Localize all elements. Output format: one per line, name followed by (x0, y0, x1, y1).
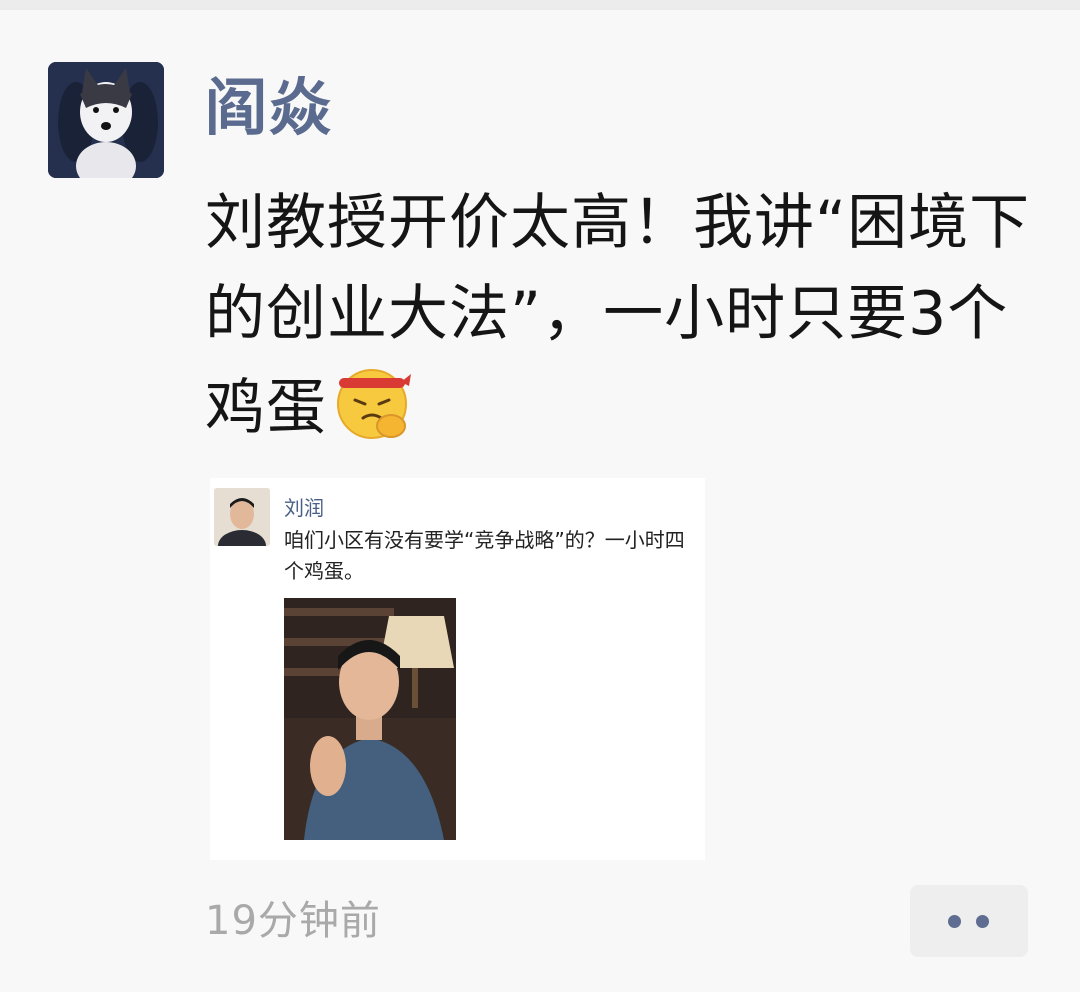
angry-headband-face-icon (331, 360, 413, 442)
shared-post-card[interactable]: 刘润 咱们小区有没有要学“竞争战略”的？一小时四个鸡蛋。 (210, 478, 705, 860)
post-timestamp: 19分钟前 (205, 898, 381, 944)
post-text: 刘教授开价太高！我讲“困境下的创业大法”，一小时只要3个鸡蛋 (205, 178, 1035, 454)
shared-author-name[interactable]: 刘润 (284, 492, 324, 521)
more-dots-icon (948, 915, 961, 928)
more-actions-button[interactable] (910, 885, 1028, 957)
post-text-content: 刘教授开价太高！我讲“困境下的创业大法”，一小时只要3个鸡蛋 (205, 188, 1031, 443)
more-dots-icon (976, 915, 989, 928)
shared-post-photo[interactable] (284, 598, 456, 840)
shared-post-text: 咱们小区有没有要学“竞争战略”的？一小时四个鸡蛋。 (284, 528, 685, 583)
username[interactable]: 阎焱 (205, 68, 333, 148)
shared-author-avatar[interactable] (214, 488, 270, 546)
user-avatar[interactable] (48, 62, 164, 178)
top-divider (0, 0, 1080, 10)
